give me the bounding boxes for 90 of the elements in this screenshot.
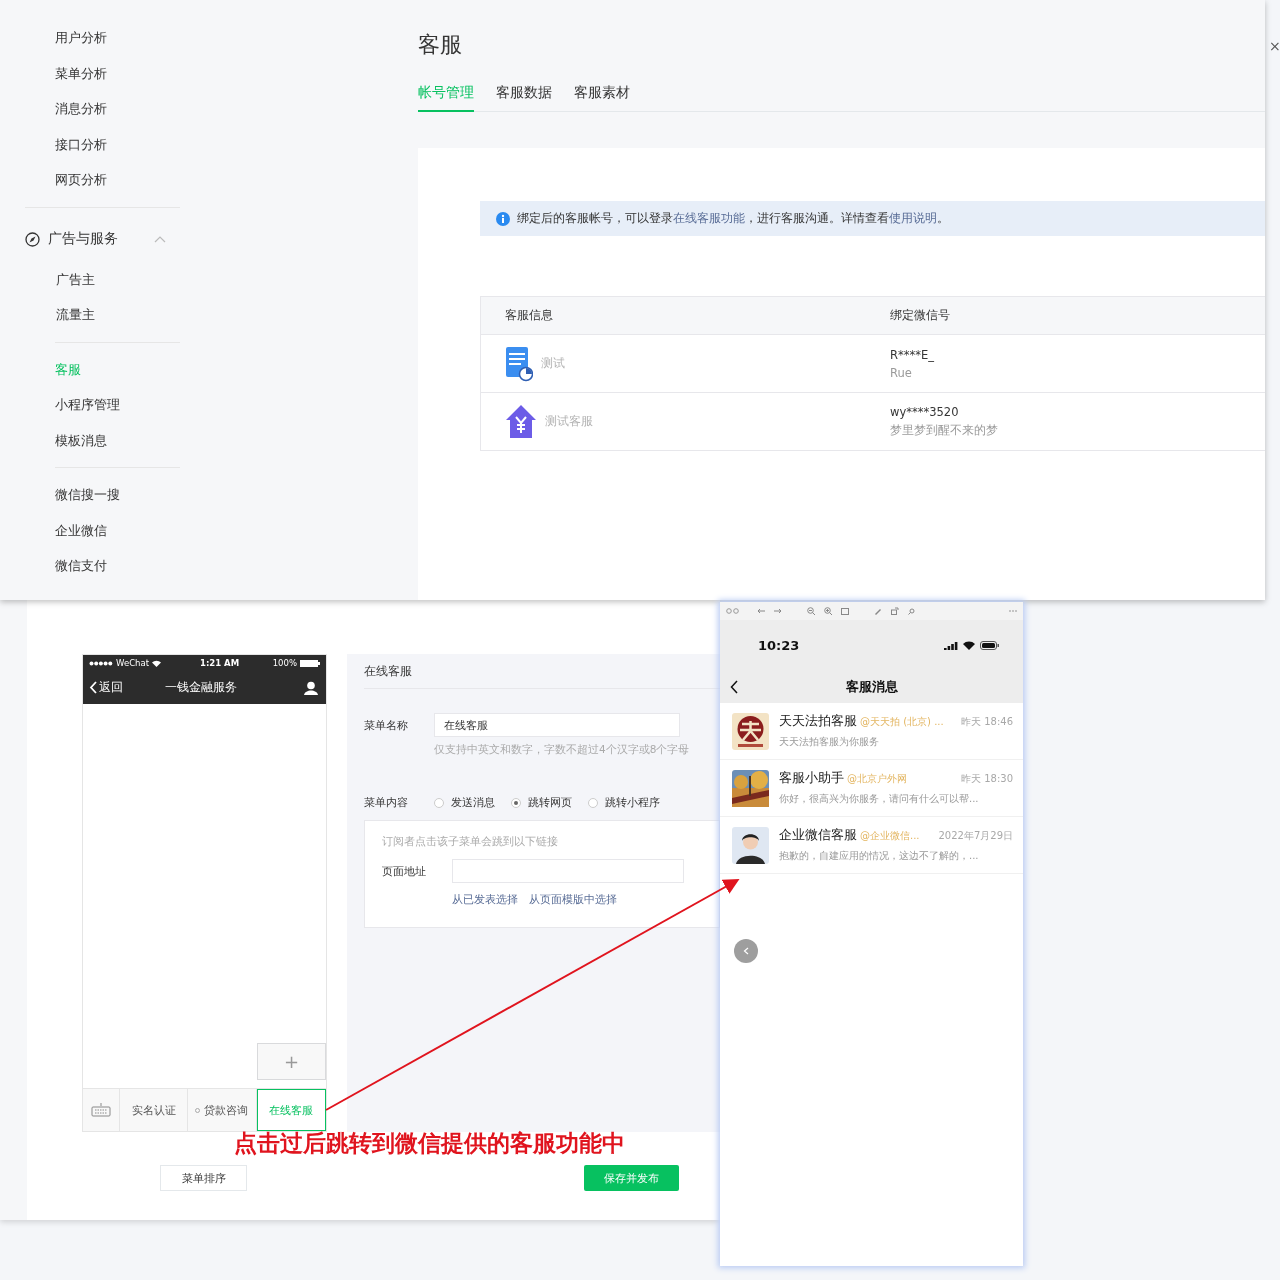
back-button[interactable]: 返回	[99, 679, 123, 696]
link[interactable]: 从页面模版中选择	[529, 893, 617, 907]
contact-name: 天天法拍客服	[779, 713, 857, 730]
page-title: 客服	[418, 31, 462, 59]
sidebar-item[interactable]: 用户分析	[55, 20, 180, 56]
sidebar-item[interactable]: 菜单分析	[55, 55, 180, 91]
sidebar-item[interactable]: 微信搜一搜	[55, 477, 180, 513]
conversation-item[interactable]: 企业微信客服 @企业微信... 2022年7月29日 抱歉的，自建应用的情况，这边不了解的，...	[720, 817, 1023, 874]
wechat-id: wy****3520	[890, 405, 960, 419]
nickname: Rue	[890, 365, 913, 380]
organization-tag: @天天拍 (北京) ...	[860, 715, 958, 729]
rotate-icon[interactable]	[891, 607, 899, 615]
window-dots-icon	[726, 608, 740, 614]
message-preview: 你好，很高兴为你服务，请问有什么可以帮...	[779, 792, 980, 806]
field-label: 页面地址	[382, 863, 427, 879]
sidebar-item[interactable]: 广告主	[56, 261, 180, 297]
house-icon	[505, 403, 537, 440]
organization-tag: @北京户外网	[847, 772, 958, 786]
chevron-up-icon[interactable]	[154, 235, 166, 243]
clock-text: 1:21 AM	[200, 658, 240, 668]
radio-option[interactable]: 跳转网页	[511, 795, 572, 810]
sidebar-item[interactable]: 消息分析	[55, 91, 180, 127]
sidebar-item[interactable]: 模板消息	[55, 422, 180, 458]
signal-icon	[944, 640, 958, 650]
organization-tag: @企业微信...	[860, 829, 936, 843]
page-url-field[interactable]	[452, 859, 684, 883]
link[interactable]: 从已发表选择	[452, 893, 518, 907]
field-label: 菜单名称	[364, 717, 409, 733]
message-preview: 天天法拍客服为你服务	[779, 735, 880, 749]
link-hint: 订阅者点击该子菜单会跳到以下链接	[382, 835, 559, 849]
account-name: 测试客服	[545, 414, 593, 429]
field-label: 菜单内容	[364, 795, 409, 810]
chevron-left-icon	[743, 947, 749, 955]
signal-icon	[89, 660, 113, 666]
logo-icon	[732, 712, 769, 750]
back-arrow-icon[interactable]	[757, 608, 765, 614]
message-preview: 抱歉的，自建应用的情况，这边不了解的，...	[779, 849, 980, 863]
carrier-text: WeChat	[116, 658, 149, 668]
annotation-caption: 点击过后跳转到微信提供的客服功能中	[234, 1129, 625, 1158]
conversation-item[interactable]: 客服小助手 @北京户外网 昨天 18:30 你好，很高兴为你服务，请问有什么可以帮...	[720, 760, 1023, 817]
forward-arrow-icon[interactable]	[774, 608, 782, 614]
zoom-in-icon[interactable]	[824, 607, 832, 615]
info-icon	[496, 211, 510, 226]
message-time: 2022年7月29日	[938, 829, 1013, 843]
sort-menu-button[interactable]: 菜单排序	[160, 1165, 247, 1191]
field-hint: 仅支持中英文和数字，字数不超过4个汉字或8个字母	[434, 743, 690, 757]
document-icon	[505, 345, 533, 382]
close-button[interactable]: ×	[1269, 38, 1280, 54]
wifi-icon	[152, 659, 161, 667]
compass-icon	[25, 231, 40, 247]
chat-title: 一钱金融服务	[165, 679, 238, 696]
link[interactable]: 使用说明	[889, 211, 937, 225]
column-header: 绑定微信号	[890, 308, 951, 323]
status-time: 10:23	[758, 637, 800, 653]
sidebar-item[interactable]: 流量主	[56, 297, 180, 333]
wifi-icon	[963, 640, 975, 650]
account-name: 测试	[541, 356, 565, 371]
radio-option[interactable]: 跳转小程序	[588, 795, 660, 810]
back-icon[interactable]	[730, 679, 738, 694]
nickname: 梦里梦到醒不来的梦	[890, 423, 999, 438]
search-icon[interactable]	[908, 607, 915, 615]
user-icon[interactable]	[304, 680, 318, 695]
link[interactable]: 在线客服功能	[673, 211, 745, 225]
contact-name: 客服小助手	[779, 770, 844, 787]
sidebar-item[interactable]: 微信支付	[55, 548, 180, 584]
radio-option[interactable]: 发送消息	[434, 795, 495, 810]
frame-icon[interactable]	[841, 607, 849, 615]
column-header: 客服信息	[505, 308, 553, 323]
zoom-out-icon[interactable]	[807, 607, 815, 615]
message-time: 昨天 18:46	[961, 715, 1013, 729]
menu-name-field[interactable]: 在线客服	[434, 713, 680, 737]
sidebar-item[interactable]: 小程序管理	[55, 387, 180, 423]
contact-name: 企业微信客服	[779, 827, 857, 844]
sidebar-item[interactable]: 企业微信	[55, 512, 180, 548]
tab[interactable]: 客服数据	[496, 76, 552, 112]
sidebar-item[interactable]: 网页分析	[55, 162, 180, 198]
pen-icon[interactable]	[874, 607, 882, 615]
sidebar-section-header[interactable]: 广告与服务	[48, 230, 146, 248]
conversation-item[interactable]: 天天法拍客服 @天天拍 (北京) ... 昨天 18:46 天天法拍客服为你服务	[720, 703, 1023, 760]
battery-icon	[980, 640, 999, 650]
battery-icon	[300, 659, 320, 667]
wechat-id: R****E_	[890, 347, 935, 362]
keyboard-icon[interactable]	[91, 1103, 111, 1117]
form-title: 在线客服	[364, 663, 412, 679]
message-time: 昨天 18:30	[961, 772, 1013, 786]
sidebar-item[interactable]: 接口分析	[55, 126, 180, 162]
battery-text: 100%	[272, 658, 297, 668]
tab[interactable]: 客服素材	[574, 76, 630, 112]
notice-text: 绑定后的客服帐号，可以登录在线客服功能，进行客服沟通。详情查看使用说明。	[517, 211, 949, 226]
chat-list-title: 客服消息	[845, 677, 898, 696]
